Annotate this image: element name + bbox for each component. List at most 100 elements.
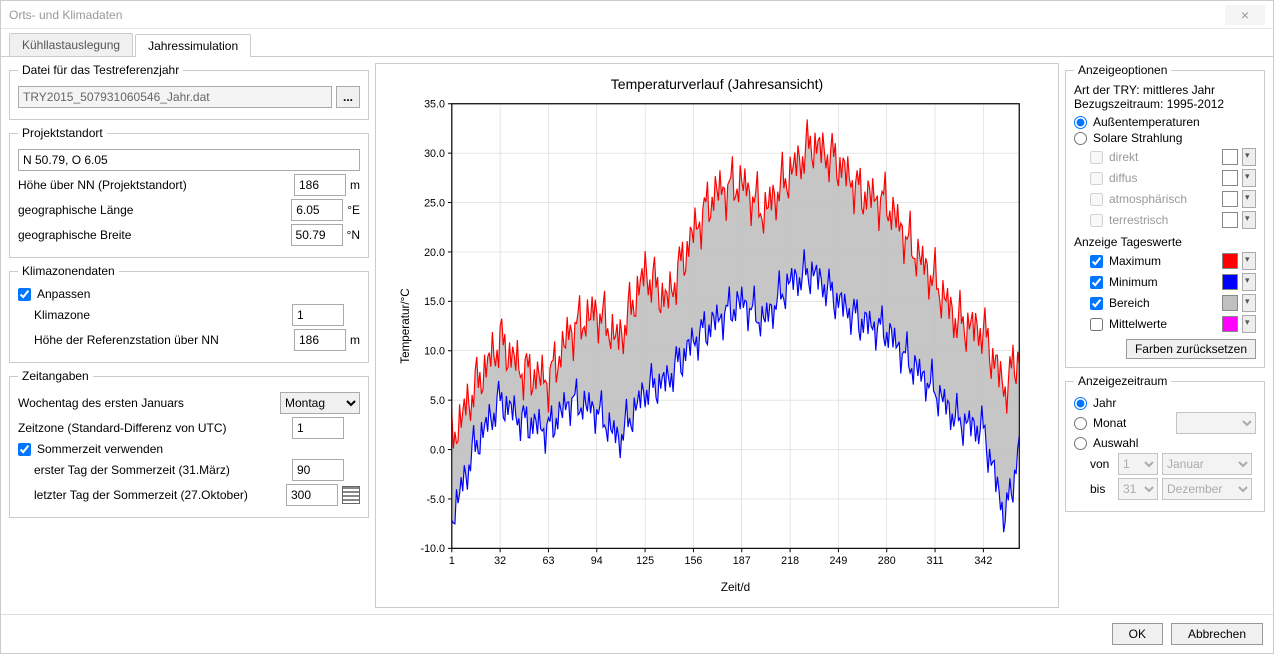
min-color-dd[interactable] xyxy=(1242,273,1256,291)
range-checkbox[interactable] xyxy=(1090,297,1103,310)
svg-text:25.0: 25.0 xyxy=(424,197,445,209)
refh-unit: m xyxy=(350,333,360,347)
radio-outside-temp[interactable] xyxy=(1074,116,1087,129)
svg-text:15.0: 15.0 xyxy=(424,296,445,308)
terr-color[interactable] xyxy=(1222,212,1238,228)
dialog-footer: OK Abbrechen xyxy=(1,614,1273,653)
tab-annual[interactable]: Jahressimulation xyxy=(135,34,251,57)
titlebar: Orts- und Klimadaten × xyxy=(1,1,1273,29)
dialog-window: Orts- und Klimadaten × Kühllastauslegung… xyxy=(0,0,1274,654)
coord-input[interactable] xyxy=(18,149,360,171)
weekday-select[interactable]: Montag xyxy=(280,392,360,414)
lat-label: geographische Breite xyxy=(18,228,287,242)
atmos-color-dd[interactable] xyxy=(1242,190,1256,208)
calculator-icon[interactable] xyxy=(342,486,360,504)
group-time: Zeitangaben Wochentag des ersten Januars… xyxy=(9,369,369,518)
selection-label: Auswahl xyxy=(1093,436,1138,450)
mean-color-dd[interactable] xyxy=(1242,315,1256,333)
radio-year[interactable] xyxy=(1074,397,1087,410)
direct-color[interactable] xyxy=(1222,149,1238,165)
solar-label: Solare Strahlung xyxy=(1093,131,1182,145)
height-input[interactable] xyxy=(294,174,346,196)
svg-text:30.0: 30.0 xyxy=(424,148,445,160)
svg-text:63: 63 xyxy=(542,555,554,567)
svg-text:5.0: 5.0 xyxy=(430,395,445,407)
tab-cooling[interactable]: Kühllastauslegung xyxy=(9,33,133,56)
direct-label: direkt xyxy=(1109,150,1218,164)
direct-checkbox xyxy=(1090,151,1103,164)
file-input[interactable] xyxy=(18,86,332,108)
diffuse-color[interactable] xyxy=(1222,170,1238,186)
year-label: Jahr xyxy=(1093,396,1116,410)
diffuse-checkbox xyxy=(1090,172,1103,185)
mean-checkbox[interactable] xyxy=(1090,318,1103,331)
tz-input[interactable] xyxy=(292,417,344,439)
weekday-label: Wochentag des ersten Januars xyxy=(18,396,276,410)
svg-text:218: 218 xyxy=(781,555,799,567)
lon-unit: °E xyxy=(347,203,360,217)
reset-colors-button[interactable]: Farben zurücksetzen xyxy=(1126,339,1256,359)
month-select xyxy=(1176,412,1256,434)
zone-label: Klimazone xyxy=(34,308,288,322)
svg-text:Temperatur/°C: Temperatur/°C xyxy=(399,288,412,363)
range-label: Bereich xyxy=(1109,296,1218,310)
from-day-select: 1 xyxy=(1118,453,1158,475)
max-color-dd[interactable] xyxy=(1242,252,1256,270)
month-label: Monat xyxy=(1093,416,1172,430)
range-color-dd[interactable] xyxy=(1242,294,1256,312)
atmos-checkbox xyxy=(1090,193,1103,206)
lat-input[interactable] xyxy=(291,224,343,246)
chart-canvas: -10.0-5.00.05.010.015.020.025.030.035.01… xyxy=(382,94,1052,601)
terr-label: terrestrisch xyxy=(1109,213,1218,227)
radio-selection[interactable] xyxy=(1074,437,1087,450)
outside-temp-label: Außentemperaturen xyxy=(1093,115,1200,129)
svg-text:311: 311 xyxy=(927,555,944,567)
dst-start-input[interactable] xyxy=(292,459,344,481)
cancel-button[interactable]: Abbrechen xyxy=(1171,623,1263,645)
mean-label: Mittelwerte xyxy=(1109,317,1218,331)
browse-button[interactable]: ... xyxy=(336,86,360,108)
adapt-checkbox[interactable] xyxy=(18,288,31,301)
refh-input[interactable] xyxy=(294,329,346,351)
atmos-color[interactable] xyxy=(1222,191,1238,207)
svg-text:0.0: 0.0 xyxy=(430,444,445,456)
svg-text:94: 94 xyxy=(591,555,603,567)
zone-input[interactable] xyxy=(292,304,344,326)
time-legend: Zeitangaben xyxy=(18,369,93,383)
radio-solar[interactable] xyxy=(1074,132,1087,145)
direct-color-dd[interactable] xyxy=(1242,148,1256,166)
lon-label: geographische Länge xyxy=(18,203,287,217)
dst-end-input[interactable] xyxy=(286,484,338,506)
tz-label: Zeitzone (Standard-Differenz von UTC) xyxy=(18,421,288,435)
range-color[interactable] xyxy=(1222,295,1238,311)
close-icon[interactable]: × xyxy=(1225,5,1265,25)
from-month-select: Januar xyxy=(1162,453,1252,475)
max-color[interactable] xyxy=(1222,253,1238,269)
max-checkbox[interactable] xyxy=(1090,255,1103,268)
try-period: Bezugszeitraum: 1995-2012 xyxy=(1074,97,1256,111)
try-type: Art der TRY: mittleres Jahr xyxy=(1074,83,1256,97)
group-file: Datei für das Testreferenzjahr ... xyxy=(9,63,369,120)
svg-text:10.0: 10.0 xyxy=(424,346,445,358)
ok-button[interactable]: OK xyxy=(1112,623,1163,645)
refh-label: Höhe der Referenzstation über NN xyxy=(34,333,290,347)
diffuse-color-dd[interactable] xyxy=(1242,169,1256,187)
svg-text:32: 32 xyxy=(494,555,506,567)
svg-text:156: 156 xyxy=(684,555,702,567)
svg-text:249: 249 xyxy=(829,555,847,567)
terr-color-dd[interactable] xyxy=(1242,211,1256,229)
lon-input[interactable] xyxy=(291,199,343,221)
to-month-select: Dezember xyxy=(1162,478,1252,500)
to-day-select: 31 xyxy=(1118,478,1158,500)
left-column: Datei für das Testreferenzjahr ... Proje… xyxy=(9,63,369,608)
min-color[interactable] xyxy=(1222,274,1238,290)
min-checkbox[interactable] xyxy=(1090,276,1103,289)
dst-label: Sommerzeit verwenden xyxy=(37,442,163,456)
svg-text:35.0: 35.0 xyxy=(424,99,445,111)
radio-month[interactable] xyxy=(1074,417,1087,430)
dialog-body: Datei für das Testreferenzjahr ... Proje… xyxy=(1,57,1273,614)
mean-color[interactable] xyxy=(1222,316,1238,332)
svg-text:187: 187 xyxy=(733,555,751,567)
dst-checkbox[interactable] xyxy=(18,443,31,456)
from-label: von xyxy=(1090,457,1114,471)
